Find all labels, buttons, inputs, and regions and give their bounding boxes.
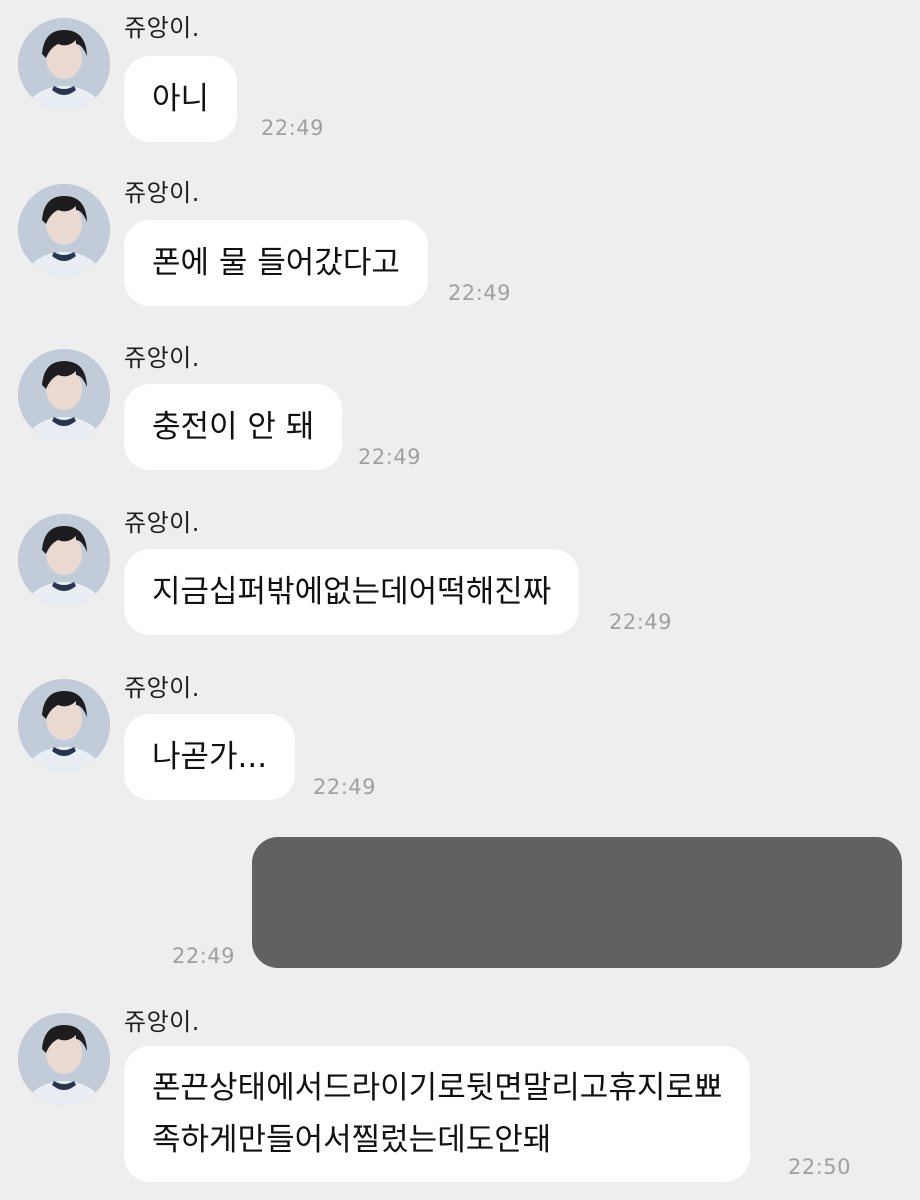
message-time: 22:49 (448, 281, 512, 305)
sender-name: 쥬앙이. (124, 1008, 200, 1036)
avatar[interactable] (18, 18, 110, 110)
avatar[interactable] (18, 184, 110, 276)
message-line: 족하게만들어서찔렀는데도안돼 (152, 1122, 552, 1158)
message-time: 22:49 (261, 116, 325, 140)
message-time: 22:49 (609, 610, 673, 634)
sender-name: 쥬앙이. (124, 674, 200, 702)
message-bubble[interactable]: 지금십퍼밖에없는데어떡해진짜 (124, 549, 580, 635)
sender-name: 쥬앙이. (124, 509, 200, 537)
redacted-message-bubble[interactable] (252, 837, 902, 968)
sender-name: 쥬앙이. (124, 14, 200, 42)
message-bubble[interactable]: 나곧가... (124, 714, 296, 800)
message-bubble[interactable]: 아니 (124, 56, 238, 142)
avatar[interactable] (18, 514, 110, 606)
message-bubble[interactable]: 폰에 물 들어갔다고 (124, 220, 428, 306)
sender-name: 쥬앙이. (124, 344, 200, 372)
message-bubble[interactable]: 충전이 안 돼 (124, 384, 343, 470)
message-time: 22:49 (172, 944, 236, 968)
sender-name: 쥬앙이. (124, 179, 200, 207)
message-time: 22:49 (358, 445, 422, 469)
avatar[interactable] (18, 349, 110, 441)
avatar[interactable] (18, 679, 110, 771)
message-bubble[interactable]: 폰끈상태에서드라이기로뒷면말리고휴지로뾰 족하게만들어서찔렀는데도안돼 (124, 1046, 751, 1182)
message-line: 폰끈상태에서드라이기로뒷면말리고휴지로뾰 (152, 1070, 723, 1106)
message-time: 22:50 (788, 1155, 852, 1179)
avatar[interactable] (18, 1013, 110, 1105)
chat-thread[interactable]: 쥬앙이. 아니 22:49 쥬앙이. 폰에 물 들어갔다고 22:49 쥬앙이.… (0, 0, 920, 1200)
message-time: 22:49 (313, 775, 377, 799)
